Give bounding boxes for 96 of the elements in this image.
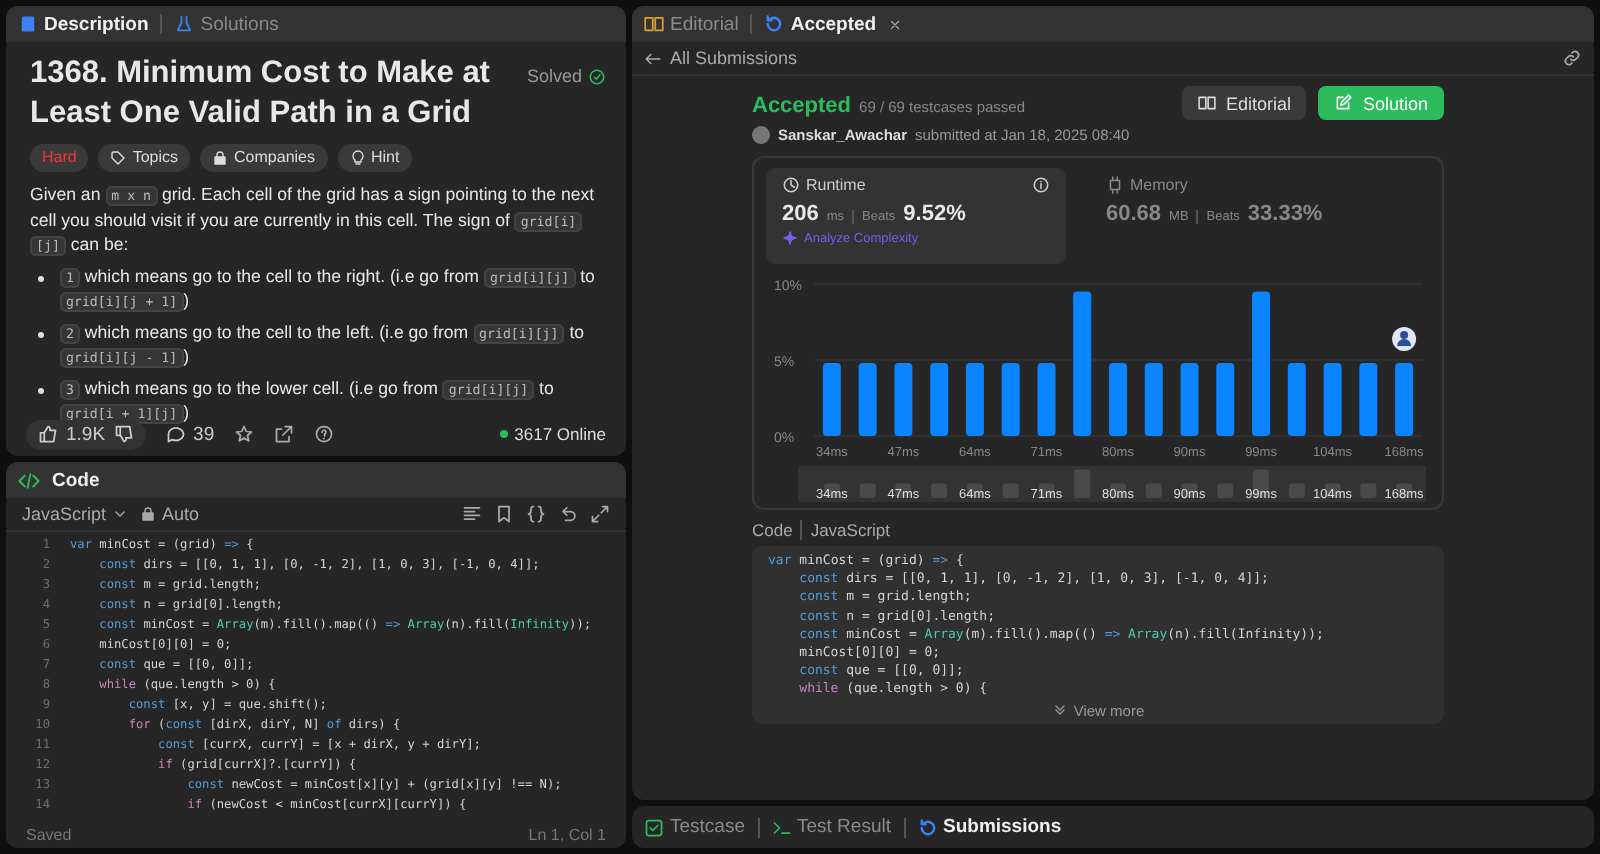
comments-button[interactable]: 39 — [165, 423, 215, 445]
metric-value: 206 — [782, 202, 819, 226]
chart-bar — [822, 363, 841, 436]
lightbulb-icon — [349, 150, 365, 166]
bookmark-icon — [494, 504, 514, 524]
book-icon — [644, 14, 664, 34]
share-button[interactable] — [274, 424, 295, 444]
code-icon — [18, 469, 40, 491]
tag-icon — [110, 150, 127, 166]
chip-icon — [1106, 176, 1124, 194]
undo-icon — [558, 504, 578, 524]
braces-icon — [526, 504, 546, 524]
info-icon — [1032, 176, 1050, 194]
beats-percent: 9.52% — [903, 202, 966, 226]
chart-bar — [1144, 363, 1163, 436]
chart-bar — [858, 363, 877, 436]
code-language: JavaScript — [810, 520, 891, 540]
sparkle-icon — [782, 230, 798, 246]
braces-button[interactable] — [526, 504, 546, 524]
terminal-icon — [771, 817, 791, 837]
save-status: Saved — [26, 825, 72, 843]
chart-bar — [1359, 363, 1378, 436]
document-icon — [18, 14, 38, 34]
online-count: 3617 Online — [500, 424, 606, 444]
auto-mode-button[interactable]: Auto — [140, 504, 200, 524]
like-button[interactable]: 1.9K — [26, 419, 146, 449]
panel-tab[interactable]: Editorial — [644, 13, 739, 35]
thumbs-up-icon — [38, 424, 58, 444]
user-avatar-icon — [752, 126, 770, 144]
arrow-left-icon — [644, 49, 662, 67]
metric-value: 60.68 — [1106, 202, 1162, 226]
user-avatar-icon — [1392, 327, 1417, 352]
link-icon — [1562, 48, 1582, 68]
expand-icon — [590, 504, 610, 524]
flask-icon — [174, 14, 195, 34]
panel-tab[interactable]: Accepted — [764, 13, 877, 35]
edit-icon — [1334, 94, 1353, 112]
chevrons-down-icon — [1051, 702, 1068, 719]
chart-bar — [1180, 363, 1199, 436]
chart-bar — [1216, 363, 1235, 436]
question-icon — [314, 424, 335, 444]
history-icon — [917, 817, 937, 837]
reset-button[interactable] — [558, 504, 578, 524]
chart-bar — [930, 363, 949, 436]
chart-bar — [1001, 363, 1020, 436]
panel-tab[interactable]: Description — [18, 13, 149, 35]
history-icon — [764, 14, 785, 34]
chart-bar — [1109, 363, 1127, 436]
share-icon — [274, 424, 295, 444]
code-label: Code — [752, 520, 793, 540]
close-tab-button[interactable] — [888, 17, 903, 31]
metric-label: Memory — [1130, 176, 1188, 194]
bullet-icon — [38, 387, 44, 393]
range-navigator[interactable] — [798, 466, 1426, 502]
panel-tab[interactable]: Testcase — [644, 816, 745, 838]
chart-bar — [1395, 363, 1414, 436]
beats-percent: 33.33% — [1247, 202, 1323, 226]
favorite-button[interactable] — [234, 424, 255, 444]
editorial-button[interactable]: Editorial — [1181, 86, 1307, 120]
panel-tab[interactable]: Solutions — [174, 13, 279, 35]
expand-button[interactable] — [590, 504, 610, 524]
chevron-down-icon — [112, 506, 129, 522]
thumbs-down-icon — [113, 424, 134, 444]
problem-title: 1368. Minimum Cost to Make at Least One Valid Path in a Grid — [30, 54, 492, 134]
lock-icon — [140, 506, 157, 522]
lines-icon — [462, 504, 482, 524]
all-submissions-link[interactable]: All Submissions — [644, 48, 798, 68]
close-icon — [888, 17, 903, 31]
bullet-icon — [38, 275, 44, 281]
lock-icon — [212, 150, 229, 166]
chart-bar — [965, 363, 984, 436]
chart-bar — [1037, 363, 1056, 436]
metric-label: Runtime — [806, 176, 866, 194]
tag-button[interactable]: Companies — [200, 144, 327, 172]
tag-button[interactable]: Hint — [337, 144, 412, 172]
panel-title: Code — [52, 469, 100, 491]
tag-button[interactable]: Topics — [98, 144, 191, 172]
panel-tab[interactable]: Submissions — [917, 816, 1062, 838]
clock-icon — [782, 176, 800, 194]
star-icon — [234, 424, 255, 444]
format-button[interactable] — [462, 504, 482, 524]
cursor-position: Ln 1, Col 1 — [528, 825, 606, 843]
panel-tab[interactable]: Test Result — [771, 816, 891, 838]
bookmark-button[interactable] — [494, 504, 514, 524]
book-icon — [1197, 94, 1216, 112]
chart-bar — [1323, 363, 1342, 436]
chart-bar — [894, 363, 913, 436]
help-button[interactable] — [314, 424, 335, 444]
language-dropdown[interactable]: JavaScript — [22, 504, 129, 524]
result-status: Accepted — [752, 94, 852, 118]
speech-bubble-icon — [165, 424, 186, 444]
solved-status: Solved — [526, 66, 606, 89]
chart-bar — [1287, 363, 1306, 436]
check-circle-icon — [588, 68, 606, 87]
checkbox-icon — [644, 817, 664, 837]
bullet-icon — [38, 331, 44, 337]
